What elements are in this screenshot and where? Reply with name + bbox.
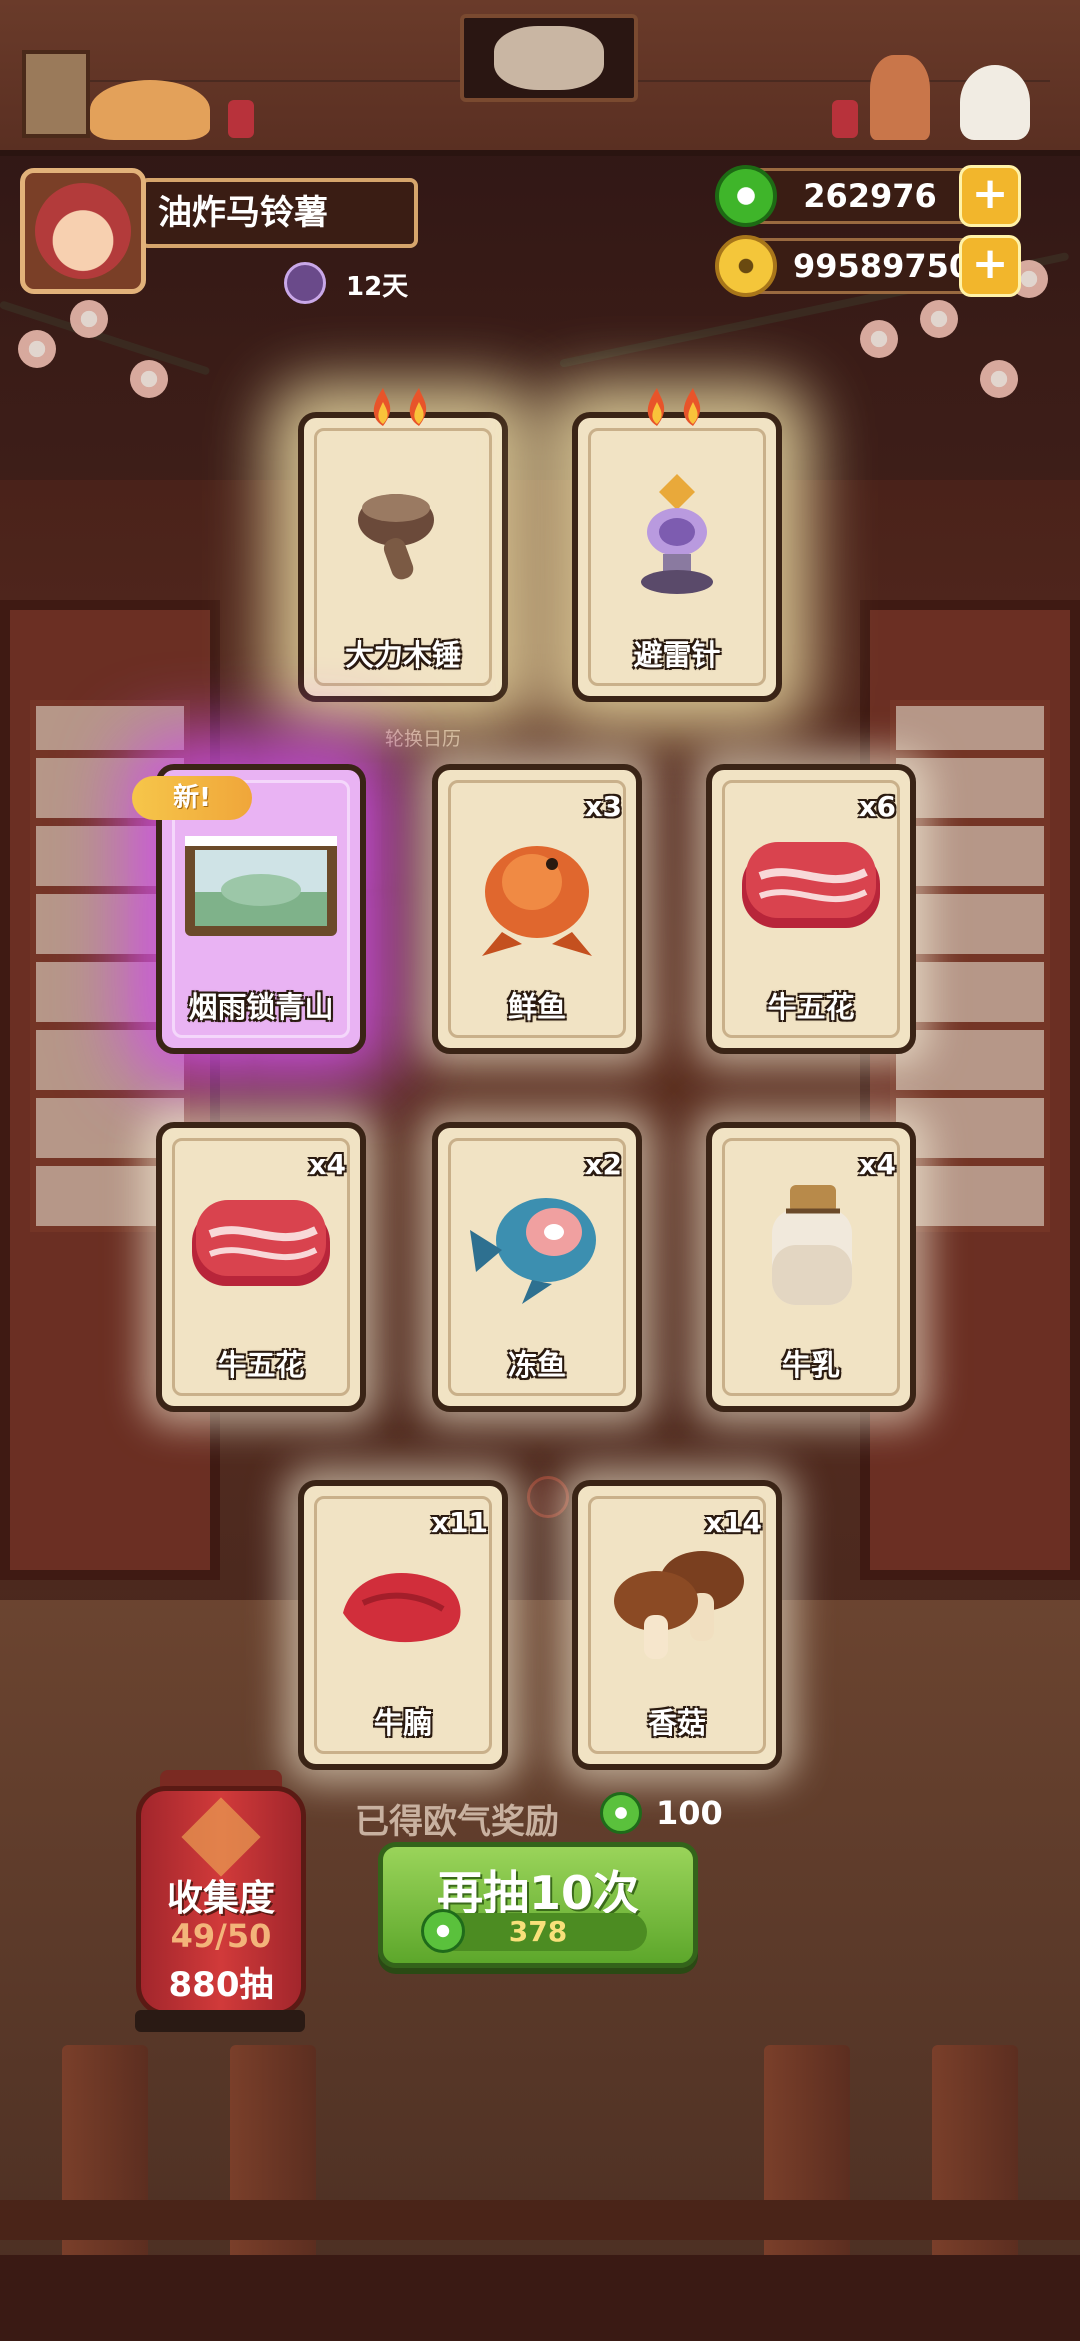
new-badge: 新!	[132, 776, 252, 820]
avatar[interactable]	[20, 168, 146, 294]
login-days: 12天	[346, 272, 409, 302]
blossom	[980, 360, 1018, 398]
draw-ten-button[interactable]: 再抽10次 378	[378, 1842, 698, 1968]
fresh-fish-icon	[482, 845, 592, 956]
beef-belly-icon	[192, 1199, 330, 1286]
gold-coin-icon	[715, 235, 777, 297]
draw-cost-value: 378	[508, 1915, 568, 1948]
card-name: 牛乳	[781, 1348, 840, 1382]
beef-belly-icon	[742, 841, 880, 928]
lightning-rod-icon	[641, 473, 713, 594]
scenery-painting-icon	[185, 835, 337, 936]
jade-amount: 262976	[803, 177, 937, 215]
player-name[interactable]: 油炸马铃薯	[140, 178, 418, 248]
blossom	[920, 300, 958, 338]
hanging-scroll[interactable]	[460, 14, 638, 102]
card-count: x4	[308, 1148, 346, 1181]
reward-card[interactable]: x11 牛腩	[298, 1480, 508, 1770]
card-count: x6	[858, 790, 896, 823]
npc-girl[interactable]	[870, 55, 930, 140]
card-name: 避雷针	[633, 638, 721, 672]
compass-icon	[527, 1476, 569, 1518]
coin-amount: 99589750	[793, 247, 972, 285]
card-name: 牛五花	[767, 990, 855, 1024]
fire-icon	[647, 388, 701, 426]
small-lantern-icon	[228, 100, 254, 138]
jade-currency: 262976 +	[715, 165, 1021, 227]
card-name: 烟雨锁青山	[188, 990, 334, 1024]
card-name: 香菇	[647, 1706, 706, 1740]
card-name: 牛腩	[373, 1706, 432, 1740]
rotation-calendar-label: 轮换日历	[385, 728, 462, 750]
collection-title: 收集度	[166, 1878, 275, 1919]
blossom	[70, 300, 108, 338]
wall-frame	[22, 50, 90, 138]
left-door	[0, 600, 220, 1580]
card-name: 牛五花	[217, 1348, 305, 1382]
card-count: x2	[584, 1148, 622, 1181]
jade-coin-icon	[715, 165, 777, 227]
card-name: 鲜鱼	[507, 990, 566, 1024]
collection-progress: 49/50	[170, 1917, 272, 1955]
reward-card[interactable]: x6 牛五花	[706, 764, 916, 1054]
fence-rail	[0, 2200, 1080, 2240]
card-count: x14	[704, 1506, 762, 1539]
orange-cat[interactable]	[90, 80, 210, 140]
card-name: 冻鱼	[507, 1348, 566, 1382]
mushroom-icon	[614, 1550, 744, 1659]
beef-brisket-icon	[343, 1572, 461, 1642]
draw-cost: 378	[421, 1909, 647, 1953]
lucky-reward-value: 100	[656, 1794, 723, 1832]
add-coins-button[interactable]: +	[959, 235, 1021, 297]
blossom	[130, 360, 168, 398]
lucky-reward-label: 已得欧气奖励	[355, 1802, 559, 1842]
reward-card[interactable]: x4 牛乳	[706, 1122, 916, 1412]
white-cat[interactable]	[960, 65, 1030, 140]
blossom	[860, 320, 898, 358]
card-name: 大力木锤	[344, 638, 461, 672]
lantern-ornament	[181, 1797, 261, 1877]
frozen-fish-icon	[470, 1197, 596, 1304]
fire-icon	[373, 388, 427, 426]
reward-card[interactable]: 新! 烟雨锁青山	[132, 764, 366, 1054]
bottom-band	[0, 2255, 1080, 2341]
reward-card[interactable]: 大力木锤	[298, 388, 508, 702]
reward-card[interactable]: x3 鲜鱼	[432, 764, 642, 1054]
lantern-base	[135, 2010, 305, 2032]
add-jade-button[interactable]: +	[959, 165, 1021, 227]
coin-currency: 99589750 +	[715, 235, 1021, 297]
avatar-face	[35, 183, 131, 279]
draw-count: 880抽	[168, 1965, 274, 2005]
collection-lantern[interactable]: 收集度 49/50 880抽	[136, 1786, 306, 2016]
milk-jar-icon	[772, 1184, 852, 1305]
reward-card[interactable]: 避雷针	[572, 388, 782, 702]
card-count: x11	[430, 1506, 488, 1539]
right-door	[860, 600, 1080, 1580]
reward-card[interactable]: x4 牛五花	[156, 1122, 366, 1412]
blossom	[18, 330, 56, 368]
jade-coin-icon	[600, 1792, 642, 1834]
reward-card[interactable]: x14 香菇	[572, 1480, 782, 1770]
reward-card[interactable]: x2 冻鱼	[432, 1122, 642, 1412]
small-lantern-icon	[832, 100, 858, 138]
wooden-hammer-icon	[358, 493, 434, 580]
login-days-icon	[284, 262, 326, 304]
